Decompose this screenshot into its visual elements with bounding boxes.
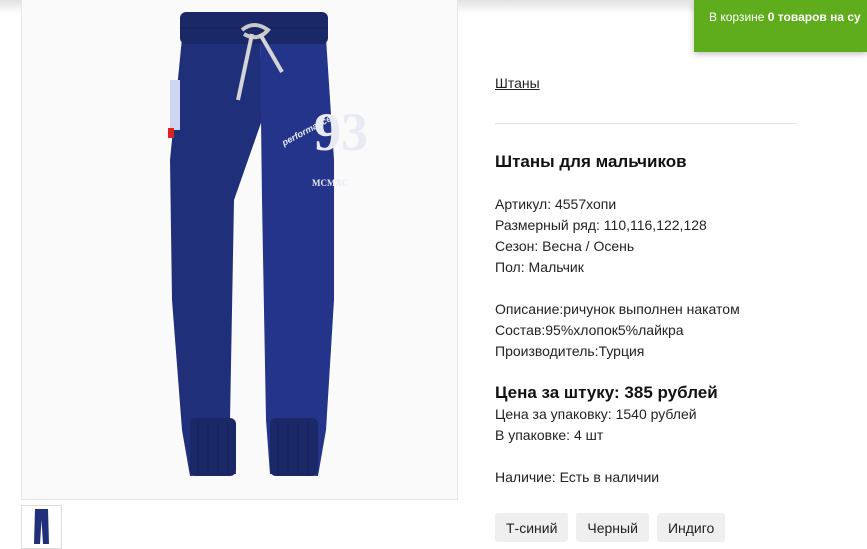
divider	[495, 123, 797, 124]
product-sizes: Размерный ряд: 110,116,122,128	[495, 217, 707, 233]
cart-count: 0 товаров на су	[767, 10, 861, 24]
product-title: Штаны для мальчиков	[495, 152, 687, 171]
product-manufacturer: Производитель:Турция	[495, 343, 645, 359]
product-composition: Состав:95%хлопок5%лайкра	[495, 322, 684, 338]
color-variants: Т-синий Черный Индиго	[495, 513, 726, 542]
breadcrumb-category[interactable]: Штаны	[495, 75, 540, 91]
print-number: 93	[314, 102, 368, 162]
price-per-unit: Цена за штуку: 385 рублей	[495, 383, 718, 402]
product-gender: Пол: Мальчик	[495, 259, 584, 275]
availability: Наличие: Есть в наличии	[495, 469, 660, 485]
thumbnail-selected[interactable]	[21, 505, 62, 549]
cart-prefix: В корзине	[709, 10, 765, 24]
product-season: Сезон: Весна / Осень	[495, 238, 635, 254]
variant-t-blue-button[interactable]: Т-синий	[495, 513, 569, 542]
print-roman: MCMXC	[312, 178, 349, 188]
product-image: 93 performance MCMXC	[21, 0, 458, 500]
pack-quantity: В упаковке: 4 шт	[495, 427, 604, 443]
price-per-pack: Цена за упаковку: 1540 рублей	[495, 406, 697, 422]
variant-indigo-button[interactable]: Индиго	[656, 513, 726, 542]
cart-notification[interactable]: В корзине 0 товаров на су	[694, 0, 867, 52]
variant-black-button[interactable]: Черный	[576, 513, 649, 542]
product-description: Описание:ричунок выполнен накатом	[495, 301, 740, 317]
product-article: Артикул: 4557хопи	[495, 196, 617, 212]
